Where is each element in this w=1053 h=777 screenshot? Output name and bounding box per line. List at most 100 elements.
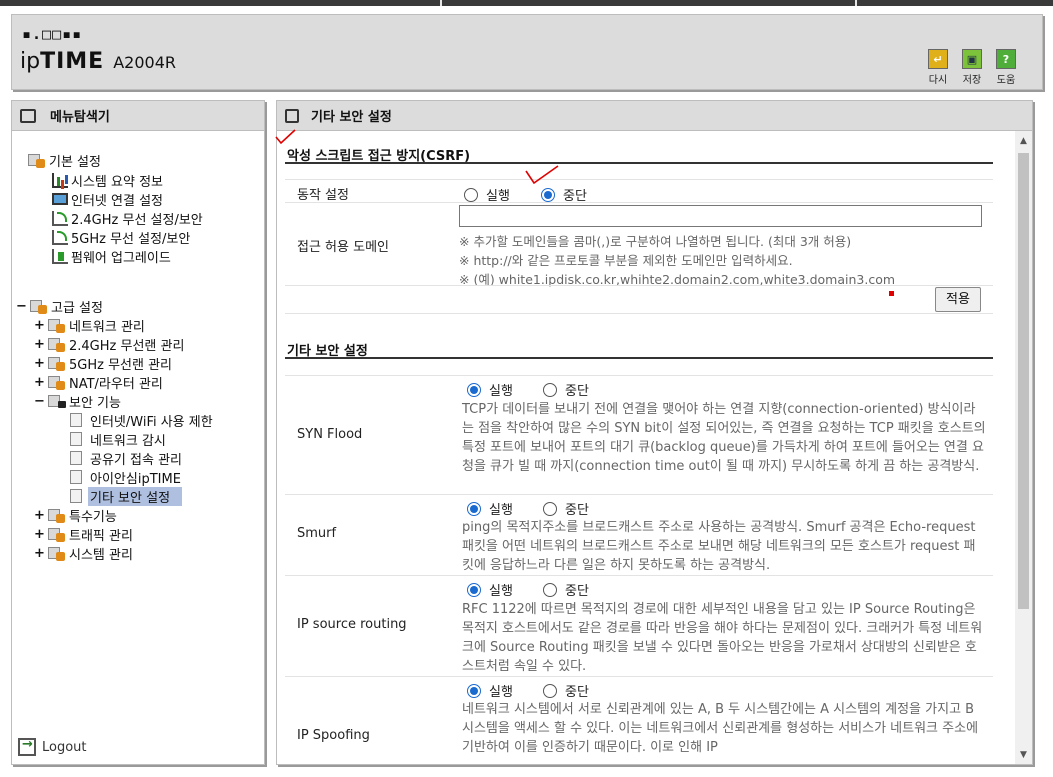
expand-toggle-icon[interactable]: + [34, 356, 45, 371]
allowed-domain-input[interactable] [459, 205, 982, 227]
tree-item-internet-wifi-limit[interactable]: 인터넷/WiFi 사용 제한 [70, 411, 213, 430]
smurf-run-radio[interactable]: 실행 [467, 499, 513, 518]
radio-checked[interactable] [467, 582, 481, 597]
ip-source-routing-run-radio[interactable]: 실행 [467, 580, 513, 599]
chart-icon [52, 172, 68, 188]
traffic-icon [48, 528, 65, 542]
tree-item-network-mgmt[interactable]: + 네트워크 관리 [34, 316, 145, 335]
syn-flood-run-radio[interactable]: 실행 [467, 380, 513, 399]
scroll-up-icon[interactable]: ▲ [1015, 133, 1032, 149]
smurf-label: Smurf [297, 526, 337, 541]
tree-item-internet-setup[interactable]: 인터넷 연결 설정 [52, 190, 163, 209]
vertical-scrollbar[interactable]: ▲ ▼ [1015, 131, 1032, 764]
tree-item-network-monitor[interactable]: 네트워크 감시 [70, 430, 166, 449]
logout-link[interactable]: Logout [18, 737, 87, 756]
tree-label: 기본 설정 [49, 154, 101, 170]
tree-basic-settings[interactable]: 기본 설정 [28, 151, 101, 170]
tree-item-system-summary[interactable]: 시스템 요약 정보 [52, 171, 163, 190]
smurf-description: ping의 목적지주소를 브로드캐스트 주소로 사용하는 공격방식. Smurf… [462, 520, 976, 573]
tree-item-security[interactable]: − 보안 기능 [34, 392, 121, 411]
help-button[interactable]: ? 도움 [992, 49, 1020, 86]
router-icon [48, 376, 65, 390]
wifi-icon [52, 229, 68, 245]
tree-label: 5GHz 무선랜 관리 [69, 357, 173, 373]
tree-item-firmware[interactable]: 펌웨어 업그레이드 [52, 247, 171, 266]
tree-item-child-safe[interactable]: 아이안심ipTIME [70, 468, 181, 487]
tree-item-nat-router[interactable]: + NAT/라우터 관리 [34, 373, 163, 392]
strip-divider [440, 0, 442, 6]
ip-spoofing-run-radio[interactable]: 실행 [467, 681, 513, 700]
expand-toggle-icon[interactable]: + [34, 527, 45, 542]
smurf-stop-radio[interactable]: 중단 [543, 499, 589, 518]
tree-item-other-security[interactable]: 기타 보안 설정 [70, 486, 183, 506]
tree-label: 인터넷/WiFi 사용 제한 [90, 414, 213, 430]
expand-toggle-icon[interactable]: + [34, 337, 45, 352]
tree-label: 아이안심ipTIME [90, 471, 181, 487]
page-icon [70, 413, 82, 427]
page-icon [70, 470, 82, 484]
apply-button[interactable]: 적용 [935, 287, 981, 312]
scroll-thumb[interactable] [1018, 153, 1029, 609]
row-divider [285, 375, 993, 376]
tree-item-system-mgmt[interactable]: + 시스템 관리 [34, 544, 133, 563]
tree-item-traffic[interactable]: + 트래픽 관리 [34, 525, 133, 544]
red-dot-mark [889, 291, 894, 296]
save-label: 저장 [962, 75, 982, 86]
radio-unchecked[interactable] [543, 501, 557, 516]
radio-unchecked[interactable] [464, 187, 478, 202]
tree-item-wlan5-mgmt[interactable]: + 5GHz 무선랜 관리 [34, 354, 173, 373]
tree-label: 특수기능 [69, 509, 117, 525]
tree-item-wifi5-setup[interactable]: 5GHz 무선 설정/보안 [52, 228, 191, 247]
syn-flood-stop-radio[interactable]: 중단 [543, 380, 589, 399]
undo-button[interactable]: ↵ 다시 [924, 49, 952, 86]
menu-explorer: 메뉴탐색기 기본 설정 시스템 요약 정보 인터넷 연결 설정 2.4GHz 무… [11, 100, 265, 765]
expand-toggle-icon[interactable]: + [34, 508, 45, 523]
syn-flood-description: TCP가 데이터를 보내기 전에 연결을 맺어야 하는 연결 지향(connec… [462, 402, 986, 474]
tree-item-special[interactable]: + 특수기능 [34, 506, 117, 525]
tree-item-wlan24-mgmt[interactable]: + 2.4GHz 무선랜 관리 [34, 335, 184, 354]
expand-toggle-icon[interactable]: + [34, 546, 45, 561]
radio-checked[interactable] [467, 683, 481, 698]
magnifier-icon [20, 108, 36, 123]
radio-checked[interactable] [541, 187, 555, 202]
collapse-toggle-icon[interactable]: − [16, 299, 27, 314]
radio-checked[interactable] [467, 501, 481, 516]
radio-unchecked[interactable] [543, 683, 557, 698]
radio-label: 중단 [565, 685, 589, 700]
strip-divider [855, 0, 857, 6]
row-divider [285, 676, 993, 677]
firmware-icon [52, 248, 68, 264]
expand-toggle-icon[interactable]: + [34, 318, 45, 333]
logo-dots: ▪.□□▪▪ [22, 25, 83, 43]
undo-icon: ↵ [928, 49, 948, 69]
domain-note: ※ http://와 같은 프로토콜 부분을 제외한 도메인만 입력하세요. [459, 253, 793, 268]
row-divider [285, 575, 993, 576]
radio-unchecked[interactable] [543, 582, 557, 597]
expand-toggle-icon[interactable]: + [34, 375, 45, 390]
chart-icon [48, 547, 65, 561]
ip-source-routing-label: IP source routing [297, 617, 407, 632]
collapse-toggle-icon[interactable]: − [34, 394, 45, 409]
page-icon [70, 489, 82, 503]
csrf-action-label: 동작 설정 [297, 188, 349, 203]
row-divider [285, 179, 993, 180]
radio-unchecked[interactable] [543, 382, 557, 397]
scroll-down-icon[interactable]: ▼ [1015, 747, 1032, 763]
sidebar-header: 메뉴탐색기 [12, 101, 264, 131]
settings-content: 악성 스크립트 접근 방지(CSRF) 동작 설정 실행 중단 접근 허용 도메… [285, 131, 993, 764]
wifi-icon [48, 338, 65, 352]
page-title: 기타 보안 설정 [311, 110, 392, 125]
ip-spoofing-label: IP Spoofing [297, 728, 370, 743]
tree-advanced-settings[interactable]: − 고급 설정 [16, 297, 103, 316]
page-icon [285, 108, 299, 123]
ip-spoofing-stop-radio[interactable]: 중단 [543, 681, 589, 700]
tree-label: 펌웨어 업그레이드 [71, 250, 171, 266]
save-button[interactable]: ▣ 저장 [958, 49, 986, 86]
ip-source-routing-stop-radio[interactable]: 중단 [543, 580, 589, 599]
radio-checked[interactable] [467, 382, 481, 397]
tree-item-router-access[interactable]: 공유기 접속 관리 [70, 449, 182, 468]
tree-label: 5GHz 무선 설정/보안 [71, 231, 191, 247]
tree-item-wifi24-setup[interactable]: 2.4GHz 무선 설정/보안 [52, 209, 203, 228]
special-icon [48, 509, 65, 523]
sidebar-title: 메뉴탐색기 [50, 110, 110, 125]
